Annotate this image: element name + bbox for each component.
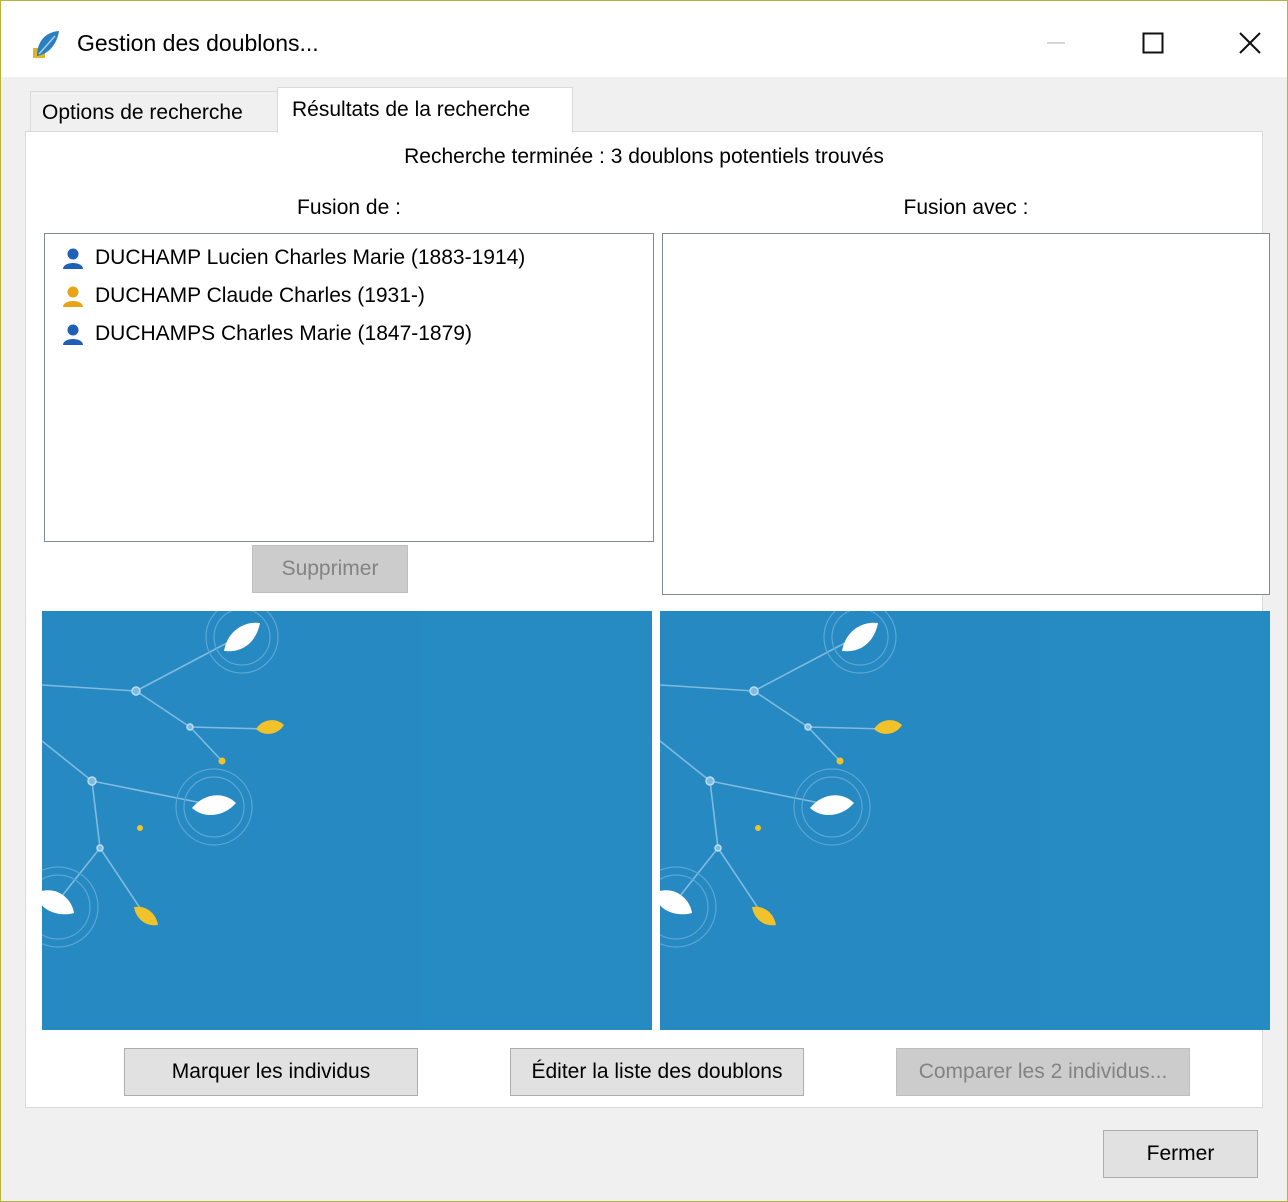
tab-resultats-recherche[interactable]: Résultats de la recherche (277, 87, 573, 133)
preview-panel-left (42, 611, 652, 1030)
list-item[interactable]: DUCHAMP Lucien Charles Marie (1883-1914) (61, 243, 525, 273)
editer-liste-button[interactable]: Éditer la liste des doublons (510, 1048, 804, 1096)
tab-resultats-recherche-label: Résultats de la recherche (292, 98, 531, 121)
results-panel: Recherche terminée : 3 doublons potentie… (25, 131, 1270, 1108)
list-item-label: DUCHAMP Claude Charles (1931-) (95, 284, 425, 307)
fusion-avec-list[interactable] (662, 233, 1270, 595)
title-bar: Gestion des doublons... (1, 1, 1287, 77)
tree-illustration (660, 611, 1270, 1030)
supprimer-button[interactable]: Supprimer (252, 545, 408, 593)
minimize-button[interactable] (1026, 15, 1086, 71)
close-icon (1239, 32, 1261, 54)
list-item[interactable]: DUCHAMP Claude Charles (1931-) (61, 281, 425, 311)
male-person-icon (63, 248, 83, 269)
search-status: Recherche terminée : 3 doublons potentie… (404, 145, 884, 168)
list-item-label: DUCHAMP Lucien Charles Marie (1883-1914) (95, 246, 526, 269)
comparer-individus-button[interactable]: Comparer les 2 individus... (896, 1048, 1190, 1096)
list-item[interactable]: DUCHAMPS Charles Marie (1847-1879) (61, 319, 472, 349)
fusion-de-list[interactable]: DUCHAMP Lucien Charles Marie (1883-1914)… (44, 233, 654, 542)
tab-options-recherche-label: Options de recherche (42, 101, 243, 124)
app-leaf-icon (33, 31, 59, 58)
male-person-icon (63, 324, 83, 345)
close-window-button[interactable] (1220, 15, 1280, 71)
fermer-button[interactable]: Fermer (1103, 1130, 1258, 1178)
fusion-avec-label: Fusion avec : (903, 196, 1029, 219)
marquer-individus-button[interactable]: Marquer les individus (124, 1048, 418, 1096)
female-person-icon (63, 286, 83, 307)
minimize-icon (1047, 42, 1065, 44)
fusion-de-label: Fusion de : (297, 196, 401, 219)
preview-panel-right (660, 611, 1270, 1030)
tree-illustration (42, 611, 652, 1030)
tab-options-recherche[interactable]: Options de recherche (30, 91, 278, 132)
window-title: Gestion des doublons... (77, 30, 319, 56)
maximize-button[interactable] (1123, 15, 1183, 71)
dialog-window: Gestion des doublons... Options de reche… (0, 0, 1288, 1202)
list-item-label: DUCHAMPS Charles Marie (1847-1879) (95, 322, 472, 345)
maximize-icon (1142, 32, 1164, 54)
